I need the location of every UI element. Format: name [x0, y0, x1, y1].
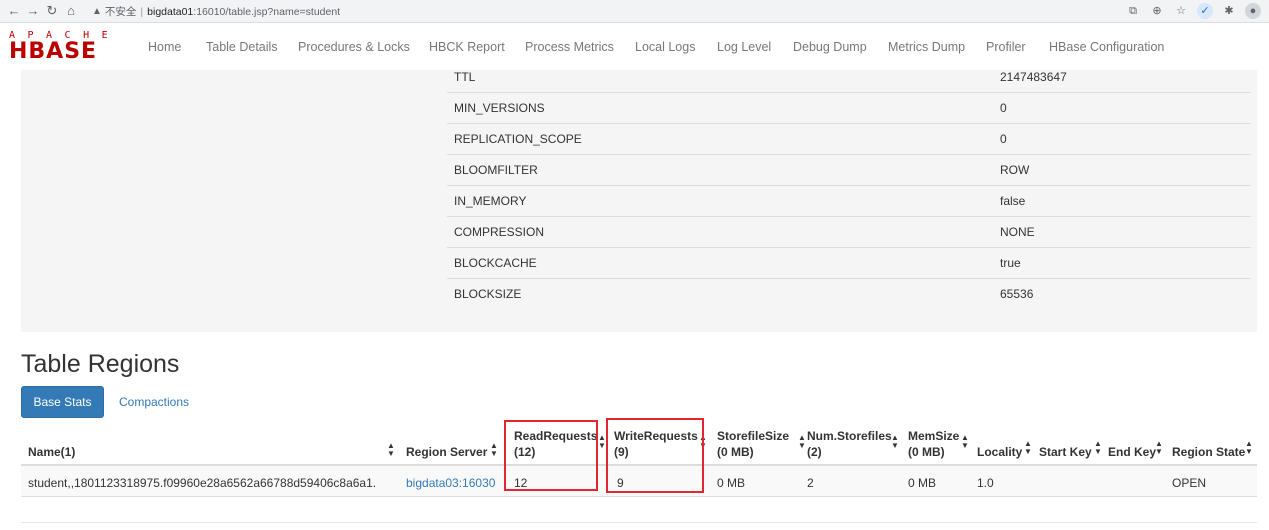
address-bar[interactable]: ▲ 不安全 | bigdata01 :16010/table.jsp?name=… [92, 2, 1252, 21]
star-icon[interactable]: ☆ [1173, 3, 1189, 19]
schema-row: IN_MEMORY false [447, 185, 1251, 216]
nav-process-metrics[interactable]: Process Metrics [525, 39, 614, 55]
header-mem-size[interactable]: MemSize [908, 429, 959, 443]
cell-num-storefiles: 2 [807, 476, 814, 490]
nav-debug-dump[interactable]: Debug Dump [793, 39, 867, 55]
nav-procedures-locks[interactable]: Procedures & Locks [298, 39, 410, 55]
zoom-icon[interactable]: ⊕ [1149, 3, 1165, 19]
sort-icon[interactable]: ▲ ▼ [387, 442, 395, 458]
schema-key: COMPRESSION [454, 225, 545, 239]
column-family-schema-table: TTL 2147483647 MIN_VERSIONS 0 REPLICATIO… [447, 70, 1251, 309]
nav-hbase-configuration[interactable]: HBase Configuration [1049, 39, 1164, 55]
cell-locality: 1.0 [977, 476, 994, 490]
header-num-storefiles[interactable]: Num.Storefiles [807, 429, 892, 443]
schema-row: TTL 2147483647 [447, 70, 1251, 92]
header-end-key[interactable]: End Key [1108, 445, 1156, 459]
sort-icon[interactable]: ▲ ▼ [1245, 440, 1253, 456]
header-locality[interactable]: Locality [977, 445, 1022, 459]
arrow-left-icon[interactable]: ← [6, 3, 22, 19]
schema-key: REPLICATION_SCOPE [454, 132, 582, 146]
schema-row: BLOOMFILTER ROW [447, 154, 1251, 185]
schema-value: false [1000, 194, 1026, 208]
schema-key: IN_MEMORY [454, 194, 527, 208]
schema-key: MIN_VERSIONS [454, 101, 545, 115]
schema-value: ROW [1000, 163, 1030, 177]
schema-value: true [1000, 256, 1021, 270]
logo-hbase-text: HBASE [9, 39, 98, 64]
nav-local-logs[interactable]: Local Logs [635, 39, 695, 55]
extension-icon[interactable]: ✓ [1197, 3, 1213, 19]
header-region-server[interactable]: Region Server [406, 445, 487, 459]
translate-icon[interactable]: ⧉ [1125, 3, 1141, 19]
url-path: :16010/table.jsp?name=student [193, 5, 341, 18]
tab-compactions[interactable]: Compactions [119, 395, 189, 409]
sort-icon[interactable]: ▲ ▼ [961, 434, 969, 450]
cell-region-server-link[interactable]: bigdata03:16030 [406, 476, 495, 490]
cell-region-name: student,,1801123318975.f09960e28a6562a66… [28, 476, 377, 490]
sort-icon[interactable]: ▲ ▼ [490, 442, 498, 458]
arrow-right-icon[interactable]: → [25, 3, 41, 19]
nav-home[interactable]: Home [148, 39, 181, 55]
divider [21, 522, 1257, 523]
sort-icon[interactable]: ▲ ▼ [891, 434, 899, 450]
nav-metrics-dump[interactable]: Metrics Dump [888, 39, 965, 55]
sort-icon[interactable]: ▲ ▼ [598, 434, 606, 450]
schema-row: COMPRESSION NONE [447, 216, 1251, 247]
header-region-state[interactable]: Region State [1172, 445, 1245, 459]
section-title-table-regions: Table Regions [21, 350, 180, 378]
header-storefile-size-total: (0 MB) [717, 445, 754, 459]
security-label: 不安全 [104, 6, 137, 18]
nav-table-details[interactable]: Table Details [206, 39, 278, 55]
schema-key: BLOCKSIZE [454, 287, 522, 301]
sort-icon[interactable]: ▲ ▼ [1024, 440, 1032, 456]
sort-icon[interactable]: ▲ ▼ [1094, 440, 1102, 456]
nav-profiler[interactable]: Profiler [986, 39, 1026, 55]
schema-value: NONE [1000, 225, 1035, 239]
warning-triangle-icon[interactable]: ▲ [92, 6, 102, 17]
address-separator: | [140, 5, 144, 18]
browser-actions: ⧉ ⊕ ☆ ✓ ✱ ● [1125, 3, 1261, 19]
nav-hbck-report[interactable]: HBCK Report [429, 39, 505, 55]
header-start-key[interactable]: Start Key [1039, 445, 1092, 459]
cell-storefile-size: 0 MB [717, 476, 746, 490]
schema-row: REPLICATION_SCOPE 0 [447, 123, 1251, 154]
header-mem-size-total: (0 MB) [908, 445, 945, 459]
schema-key: TTL [454, 70, 476, 84]
nav-log-level[interactable]: Log Level [717, 39, 771, 55]
header-name[interactable]: Name(1) [28, 445, 75, 459]
header-num-storefiles-total: (2) [807, 445, 822, 459]
schema-value: 0 [1000, 101, 1007, 115]
hbase-navbar: APACHE HBASE Home Table Details Procedur… [0, 24, 1269, 70]
cell-mem-size: 0 MB [908, 476, 937, 490]
schema-value: 65536 [1000, 287, 1034, 301]
sort-icon[interactable]: ▲ ▼ [1155, 440, 1163, 456]
schema-key: BLOCKCACHE [454, 256, 537, 270]
cell-region-state: OPEN [1172, 476, 1207, 490]
reload-icon[interactable]: ↻ [44, 3, 60, 19]
browser-toolbar: ← → ↻ ⌂ ▲ 不安全 | bigdata01 :16010/table.j… [0, 0, 1269, 23]
home-icon[interactable]: ⌂ [63, 3, 79, 19]
hbase-logo[interactable]: APACHE HBASE [9, 31, 127, 63]
schema-row: BLOCKCACHE true [447, 247, 1251, 278]
header-storefile-size[interactable]: StorefileSize [717, 429, 789, 443]
puzzle-icon[interactable]: ✱ [1221, 3, 1237, 19]
tab-base-stats[interactable]: Base Stats [21, 386, 104, 418]
sort-icon[interactable]: ▲ ▼ [798, 434, 806, 450]
schema-value: 0 [1000, 132, 1007, 146]
profile-avatar-icon[interactable]: ● [1245, 3, 1261, 19]
read-requests-highlight-box [504, 420, 598, 491]
schema-row: BLOCKSIZE 65536 [447, 278, 1251, 309]
schema-row: MIN_VERSIONS 0 [447, 92, 1251, 123]
url-host: bigdata01 [147, 5, 194, 18]
write-requests-highlight-box [606, 418, 704, 493]
schema-value: 2147483647 [1000, 70, 1067, 84]
schema-key: BLOOMFILTER [454, 163, 538, 177]
